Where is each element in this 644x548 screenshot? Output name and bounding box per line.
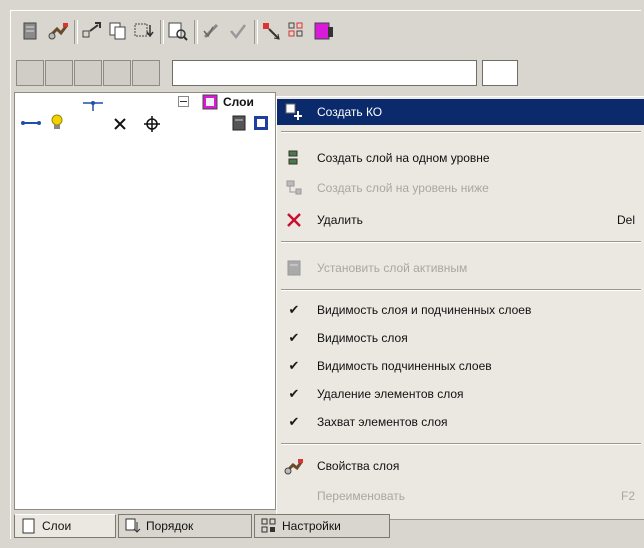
menu-separator — [281, 289, 641, 291]
toolbar-separator — [254, 20, 258, 44]
layer-doc-icon[interactable] — [18, 18, 42, 44]
toolbar-separator — [74, 20, 78, 44]
layers-tab-icon — [21, 518, 37, 534]
magenta-layer-icon[interactable] — [312, 18, 336, 44]
layer-value-input[interactable] — [482, 60, 518, 86]
menu-item-delete[interactable]: Удалить Del — [277, 207, 644, 233]
menu-item-label: Видимость подчиненных слоев — [317, 359, 492, 373]
menu-item-create-ko[interactable]: Создать КО — [277, 99, 644, 125]
menu-item-rename[interactable]: Переименовать F2 — [277, 483, 644, 509]
tab-label: Порядок — [146, 519, 194, 533]
panel-tabs: Слои Порядок Настройки — [14, 512, 414, 540]
pen-check-icon[interactable] — [200, 18, 224, 44]
menu-item-capture-elements[interactable]: ✔ Захват элементов слоя — [277, 409, 644, 435]
tree-root-label[interactable]: Слои — [223, 95, 254, 109]
layer-lower-level-icon — [277, 180, 311, 196]
menu-item-visibility-children[interactable]: ✔ Видимость подчиненных слоев — [277, 353, 644, 379]
menu-item-create-lower-level[interactable]: Создать слой на уровень ниже — [277, 175, 644, 201]
menu-item-label: Создать слой на уровень ниже — [317, 181, 489, 195]
menu-item-label: Захват элементов слоя — [317, 415, 448, 429]
tab-label: Слои — [42, 519, 72, 533]
check-icon: ✔ — [288, 414, 300, 429]
collapse-icon[interactable] — [177, 95, 189, 107]
toolbar-separator — [194, 20, 198, 44]
lightbulb-icon[interactable] — [49, 113, 65, 131]
set-active-layer-icon — [277, 260, 311, 276]
menu-item-shortcut: F2 — [620, 489, 635, 503]
delete-icon — [277, 212, 311, 228]
layer-properties-toolbar-icon[interactable] — [46, 18, 70, 44]
filter-row — [12, 56, 632, 90]
tab-label: Настройки — [282, 519, 341, 533]
menu-item-label: Видимость слоя — [317, 331, 408, 345]
check-icon: ✔ — [288, 358, 300, 373]
check-icon: ✔ — [288, 386, 300, 401]
menu-item-create-same-level[interactable]: Создать слой на одном уровне — [277, 145, 644, 171]
menu-separator — [281, 443, 641, 445]
move-layer-icon[interactable] — [80, 18, 104, 44]
menu-item-visibility-layer[interactable]: ✔ Видимость слоя — [277, 325, 644, 351]
layer-same-level-icon — [277, 150, 311, 166]
tab-order[interactable]: Порядок — [118, 514, 252, 538]
menu-item-label: Переименовать — [317, 489, 405, 503]
grid-objects-icon[interactable] — [286, 18, 310, 44]
layer-down-icon[interactable] — [132, 18, 156, 44]
menu-item-delete-elements[interactable]: ✔ Удаление элементов слоя — [277, 381, 644, 407]
close-icon[interactable] — [113, 117, 127, 131]
sublayer-doc-icon — [231, 115, 247, 131]
menu-item-label: Создать КО — [317, 105, 383, 119]
layer-tree: Слои — [14, 92, 276, 510]
check-all-icon[interactable] — [226, 18, 250, 44]
filter-cell-3[interactable] — [74, 60, 102, 86]
menu-item-label: Удалить — [317, 213, 363, 227]
tab-settings[interactable]: Настройки — [254, 514, 390, 538]
toolbar — [12, 14, 632, 52]
menu-item-label: Установить слой активным — [317, 261, 468, 275]
sublayer-blue-icon — [253, 115, 269, 131]
select-object-icon[interactable] — [260, 18, 284, 44]
settings-tab-icon — [261, 518, 277, 534]
context-menu: Создать КО Создать слой на одном уровне … — [276, 96, 644, 519]
zoom-layer-icon[interactable] — [166, 18, 190, 44]
menu-item-label: Создать слой на одном уровне — [317, 151, 490, 165]
layer-folder-icon — [201, 93, 219, 111]
layer-properties-icon — [277, 457, 311, 475]
filter-cell-4[interactable] — [103, 60, 131, 86]
menu-item-visibility-all[interactable]: ✔ Видимость слоя и подчиненных слоев — [277, 297, 644, 323]
check-icon: ✔ — [288, 330, 300, 345]
menu-item-label: Удаление элементов слоя — [317, 387, 464, 401]
width-arrow-icon[interactable] — [21, 115, 41, 131]
check-icon: ✔ — [288, 302, 300, 317]
menu-separator — [281, 241, 641, 243]
filter-cell-2[interactable] — [45, 60, 73, 86]
menu-item-set-active[interactable]: Установить слой активным — [277, 255, 644, 281]
menu-item-label: Свойства слоя — [317, 459, 400, 473]
crosshair-icon[interactable] — [143, 115, 161, 133]
menu-item-label: Видимость слоя и подчиненных слоев — [317, 303, 532, 317]
menu-item-layer-properties[interactable]: Свойства слоя — [277, 453, 644, 479]
create-object-icon — [277, 103, 311, 121]
toolbar-separator — [160, 20, 164, 44]
tab-layers[interactable]: Слои — [14, 514, 116, 538]
menu-separator — [281, 131, 641, 133]
layer-name-input[interactable] — [172, 60, 477, 86]
filter-cell-5[interactable] — [132, 60, 160, 86]
copy-layer-icon[interactable] — [106, 18, 130, 44]
menu-item-shortcut: Del — [616, 213, 635, 227]
filter-cell-1[interactable] — [16, 60, 44, 86]
order-tab-icon — [125, 518, 141, 534]
dimension-icon[interactable] — [81, 97, 105, 113]
